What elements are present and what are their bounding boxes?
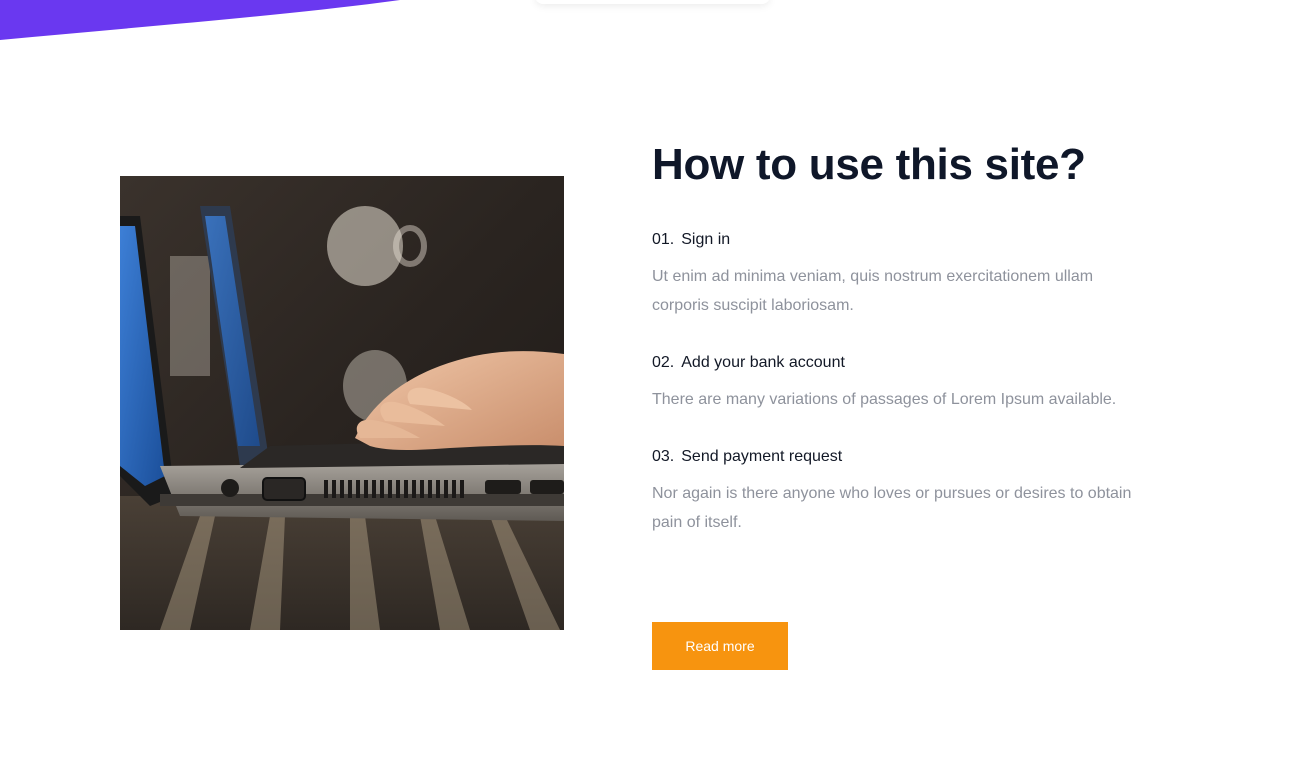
top-decorative-wave <box>0 0 400 40</box>
steps-list: 01. Sign in Ut enim ad minima veniam, qu… <box>652 230 1172 537</box>
step-heading: 03. Send payment request <box>652 447 1172 467</box>
page: How to use this site? 01. Sign in Ut eni… <box>0 0 1304 768</box>
step-item: 03. Send payment request Nor again is th… <box>652 447 1172 537</box>
step-description: There are many variations of passages of… <box>652 391 1117 408</box>
step-item: 02. Add your bank account There are many… <box>652 353 1172 414</box>
step-number: 01. <box>652 231 675 248</box>
section-title: How to use this site? <box>652 140 1086 189</box>
step-title: Sign in <box>681 231 731 248</box>
step-title: Send payment request <box>681 448 843 465</box>
read-more-button[interactable]: Read more <box>652 622 788 670</box>
laptop-typing-photo <box>120 176 564 630</box>
step-item: 01. Sign in Ut enim ad minima veniam, qu… <box>652 230 1172 320</box>
how-to-section: How to use this site? 01. Sign in Ut eni… <box>652 138 1172 570</box>
step-number: 03. <box>652 448 675 465</box>
step-heading: 02. Add your bank account <box>652 353 1172 373</box>
step-heading: 01. Sign in <box>652 230 1172 250</box>
step-number: 02. <box>652 354 675 371</box>
top-card-edge <box>535 0 770 4</box>
step-title: Add your bank account <box>681 354 845 371</box>
step-description: Nor again is there anyone who loves or p… <box>652 485 1132 531</box>
step-description: Ut enim ad minima veniam, quis nostrum e… <box>652 268 1094 314</box>
